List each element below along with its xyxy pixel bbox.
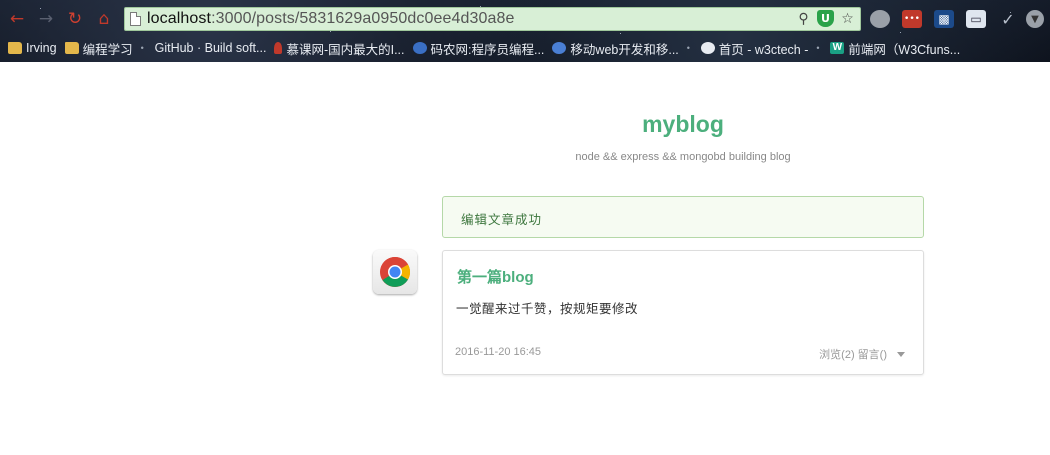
bookmark-codeceo[interactable]: 码农网:程序员编程... xyxy=(412,39,545,58)
bookmark-label: 码农网:程序员编程... xyxy=(430,42,545,57)
bookmark-label: 慕课网-国内最大的I... xyxy=(286,42,405,57)
imooc-icon xyxy=(274,42,283,54)
codeceo-icon xyxy=(412,42,427,54)
post-card: 第一篇blog 一觉醒来过千赞，按规矩要修改 2016-11-20 16:45 … xyxy=(442,250,924,375)
reload-icon[interactable]: ↻ xyxy=(65,9,85,29)
bookmark-mobileweb[interactable]: 移动web开发和移... xyxy=(552,39,679,58)
bookmark-w3ctech[interactable]: • 首页 - w3ctech - xyxy=(686,39,809,58)
page-icon xyxy=(130,12,141,26)
home-icon[interactable]: ⌂ xyxy=(94,9,114,29)
browser-chrome: ← → ↻ ⌂ localhost:3000/posts/5831629a095… xyxy=(0,0,1050,62)
avatar[interactable] xyxy=(373,250,417,294)
url-text: localhost:3000/posts/5831629a0950dc0ee4d… xyxy=(147,10,515,28)
globe-extension-icon[interactable] xyxy=(870,10,890,28)
github-icon: • xyxy=(140,43,144,53)
bookmark-imooc[interactable]: 慕课网-国内最大的I... xyxy=(274,39,405,58)
chrome-logo-icon xyxy=(380,257,411,287)
post-meta[interactable]: 浏览(2) 留言() xyxy=(819,346,905,362)
bookmark-label: GitHub · Build soft... xyxy=(154,41,267,55)
zoom-icon[interactable]: ⚲ xyxy=(795,10,812,27)
bookmark-coding[interactable]: 编程学习 xyxy=(64,39,133,58)
bookmark-irving[interactable]: Irving xyxy=(8,41,57,55)
bookmarks-bar: Irving 编程学习 • GitHub · Build soft... 慕课网… xyxy=(0,36,1050,60)
chart-extension-icon[interactable]: ▩ xyxy=(934,10,954,28)
post-stats: 浏览(2) 留言() xyxy=(819,349,887,361)
bookmark-github[interactable]: • GitHub · Build soft... xyxy=(141,41,267,55)
url-host: localhost xyxy=(147,10,212,27)
separator-dot-icon: • xyxy=(686,43,690,53)
bookmark-label: 前端网（W3Cfuns... xyxy=(848,42,961,57)
url-path: :3000/posts/5831629a0950dc0ee4d30a8e xyxy=(211,10,515,27)
dropdown-caret-icon[interactable] xyxy=(897,351,905,357)
post-title[interactable]: 第一篇blog xyxy=(457,266,534,287)
post-date: 2016-11-20 16:45 xyxy=(455,346,542,358)
flash-success-message: 编辑文章成功 xyxy=(442,196,924,238)
browser-toolbar: ← → ↻ ⌂ localhost:3000/posts/5831629a095… xyxy=(0,4,1050,34)
w3ctech-icon xyxy=(700,42,715,54)
dots-extension-icon[interactable]: ••• xyxy=(902,10,922,28)
bookmark-w3cfuns[interactable]: • W 前端网（W3Cfuns... xyxy=(816,39,960,58)
post-body: 一觉醒来过千赞，按规矩要修改 xyxy=(456,302,639,316)
bookmark-label: 移动web开发和移... xyxy=(570,42,679,57)
separator-dot-icon: • xyxy=(816,43,820,53)
bookmark-label: Irving xyxy=(26,41,57,55)
site-subtitle: node && express && mongobd building blog xyxy=(575,151,791,163)
bookmark-star-icon[interactable]: ☆ xyxy=(839,10,856,27)
menu-chevron-icon[interactable]: ▼ xyxy=(1026,10,1044,28)
window-extension-icon[interactable]: ▭ xyxy=(966,10,986,28)
page-content: myblog node && express && mongobd buildi… xyxy=(0,62,1050,455)
feather-icon xyxy=(552,42,567,54)
forward-arrow-icon[interactable]: → xyxy=(36,9,56,29)
check-extension-icon[interactable]: ✓ xyxy=(998,10,1018,29)
back-arrow-icon[interactable]: ← xyxy=(7,9,27,29)
bookmark-label: 首页 - w3ctech - xyxy=(718,42,809,57)
folder-icon xyxy=(64,42,79,54)
site-title[interactable]: myblog xyxy=(583,111,783,138)
address-bar[interactable]: localhost:3000/posts/5831629a0950dc0ee4d… xyxy=(124,7,861,31)
flash-text: 编辑文章成功 xyxy=(461,213,543,227)
shield-extension-icon[interactable]: U xyxy=(817,10,834,27)
bookmark-label: 编程学习 xyxy=(82,42,133,57)
w3cfuns-icon: W xyxy=(830,42,845,54)
folder-icon xyxy=(8,42,22,54)
